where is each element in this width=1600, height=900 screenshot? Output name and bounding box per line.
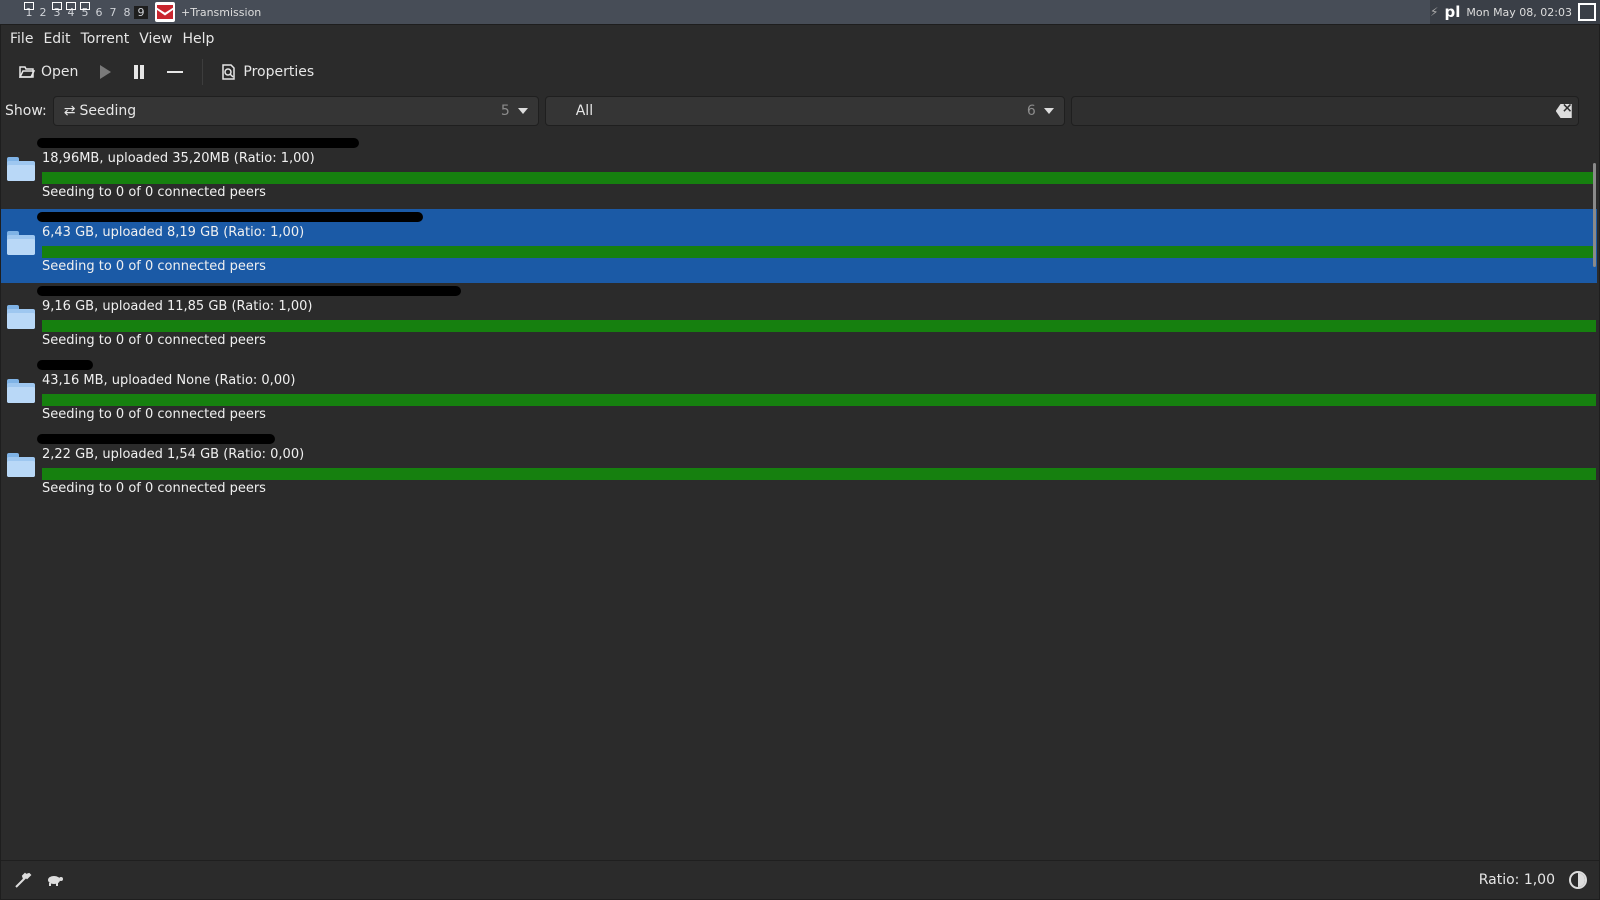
workspace-6[interactable]: 6	[92, 6, 106, 19]
transmission-icon	[155, 2, 175, 22]
progress-fill	[42, 320, 1596, 332]
activity-filter-count: 5	[500, 103, 510, 119]
redacted-torrent-name	[37, 434, 275, 444]
menu-bar: File Edit Torrent View Help	[1, 25, 1599, 53]
scrollbar[interactable]	[1593, 163, 1596, 267]
status-bar: Ratio: 1,00	[1, 860, 1599, 899]
torrent-status: Seeding to 0 of 0 connected peers	[42, 259, 266, 274]
activity-filter-dropdown[interactable]: ⇄ Seeding 5	[52, 96, 539, 126]
remove-button[interactable]	[158, 60, 192, 84]
ratio-icon[interactable]	[1569, 871, 1587, 889]
progress-bar	[42, 320, 1596, 332]
chevron-down-icon	[517, 108, 528, 114]
folder-open-icon	[19, 66, 35, 78]
window-indicator-icon	[66, 2, 76, 10]
redacted-torrent-name	[37, 138, 359, 148]
window-indicator-icon	[80, 2, 90, 10]
folder-icon	[7, 231, 35, 255]
minus-icon	[167, 71, 184, 73]
torrent-row[interactable]: 9,16 GB, uploaded 11,85 GB (Ratio: 1,00)…	[1, 283, 1597, 357]
progress-bar	[42, 246, 1596, 258]
folder-icon	[7, 453, 35, 477]
torrent-size: 18,96MB, uploaded 35,20MB (Ratio: 1,00)	[42, 151, 315, 166]
workspace-7[interactable]: 7	[106, 6, 120, 19]
progress-fill	[42, 246, 1596, 258]
power-icon[interactable]: ⚡	[1430, 5, 1438, 19]
progress-bar	[42, 468, 1596, 480]
chevron-down-icon	[1043, 108, 1054, 114]
torrent-size: 6,43 GB, uploaded 8,19 GB (Ratio: 1,00)	[42, 225, 305, 240]
preferences-icon[interactable]	[13, 870, 33, 890]
menu-edit[interactable]: Edit	[38, 31, 75, 47]
workspace-8[interactable]: 8	[120, 6, 134, 19]
tracker-filter-value: All	[575, 103, 594, 119]
workspace-2[interactable]: 2	[36, 6, 50, 19]
torrent-row[interactable]: 2,22 GB, uploaded 1,54 GB (Ratio: 0,00) S…	[1, 431, 1597, 505]
torrent-row[interactable]: 43,16 MB, uploaded None (Ratio: 0,00) See…	[1, 357, 1597, 431]
torrent-row[interactable]: 6,43 GB, uploaded 8,19 GB (Ratio: 1,00) S…	[1, 209, 1597, 283]
open-button[interactable]: Open	[11, 60, 86, 84]
redacted-torrent-name	[37, 212, 423, 222]
properties-button[interactable]: Properties	[213, 60, 322, 84]
system-tray: ⚡ pl Mon May 08, 02:03	[1430, 0, 1600, 24]
pause-button[interactable]	[124, 60, 154, 84]
search-input[interactable]	[1070, 96, 1579, 126]
pause-icon	[134, 65, 145, 79]
transmission-window: File Edit Torrent View Help Open Propert…	[0, 24, 1600, 900]
filter-bar: Show: ⇄ Seeding 5 All 6	[1, 91, 1599, 131]
progress-fill	[42, 172, 1596, 184]
torrent-status: Seeding to 0 of 0 connected peers	[42, 407, 266, 422]
folder-icon	[7, 379, 35, 403]
torrent-list[interactable]: 18,96MB, uploaded 35,20MB (Ratio: 1,00) S…	[1, 135, 1597, 855]
open-label: Open	[41, 64, 79, 80]
folder-icon	[7, 305, 35, 329]
tracker-filter-dropdown[interactable]: All 6	[544, 96, 1065, 126]
toolbar-separator	[202, 59, 204, 85]
torrent-status: Seeding to 0 of 0 connected peers	[42, 185, 266, 200]
start-button[interactable]	[90, 60, 120, 84]
progress-fill	[42, 468, 1596, 480]
progress-fill	[42, 394, 1596, 406]
progress-bar	[42, 172, 1596, 184]
window-title: +Transmission	[181, 5, 262, 19]
ratio-label[interactable]: Ratio: 1,00	[1479, 872, 1555, 888]
torrent-status: Seeding to 0 of 0 connected peers	[42, 333, 266, 348]
folder-icon	[7, 157, 35, 181]
menu-help[interactable]: Help	[177, 31, 219, 47]
desktop-panel: 1 2 3 4 5 6 7 8 9 +Transmission ⚡ pl Mon…	[0, 0, 1600, 24]
torrent-size: 2,22 GB, uploaded 1,54 GB (Ratio: 0,00)	[42, 447, 305, 462]
menu-file[interactable]: File	[5, 31, 38, 47]
menu-torrent[interactable]: Torrent	[76, 31, 135, 47]
properties-icon	[222, 64, 236, 80]
clear-search-icon[interactable]	[1555, 104, 1572, 118]
menu-view[interactable]: View	[134, 31, 177, 47]
torrent-status: Seeding to 0 of 0 connected peers	[42, 481, 266, 496]
properties-label: Properties	[243, 64, 315, 80]
tracker-filter-count: 6	[1026, 103, 1036, 119]
progress-bar	[42, 394, 1596, 406]
redacted-torrent-name	[37, 360, 93, 370]
workspace-9[interactable]: 9	[134, 5, 148, 19]
swap-icon: ⇄	[63, 103, 76, 119]
activity-filter-value: Seeding	[79, 103, 137, 119]
toolbar: Open Properties	[1, 53, 1599, 91]
window-indicator-icon	[24, 2, 34, 10]
clock[interactable]: Mon May 08, 02:03	[1466, 6, 1572, 19]
turtle-speed-icon[interactable]	[45, 870, 65, 890]
show-desktop-icon[interactable]	[1578, 3, 1596, 21]
redacted-torrent-name	[37, 286, 461, 296]
taskbar-window[interactable]: +Transmission	[155, 0, 261, 24]
play-icon	[100, 65, 112, 79]
torrent-size: 43,16 MB, uploaded None (Ratio: 0,00)	[42, 373, 296, 388]
keyboard-layout[interactable]: pl	[1444, 3, 1460, 21]
torrent-size: 9,16 GB, uploaded 11,85 GB (Ratio: 1,00)	[42, 299, 313, 314]
torrent-row[interactable]: 18,96MB, uploaded 35,20MB (Ratio: 1,00) S…	[1, 135, 1597, 209]
window-indicator-icon	[52, 2, 62, 10]
show-label: Show:	[5, 103, 47, 119]
